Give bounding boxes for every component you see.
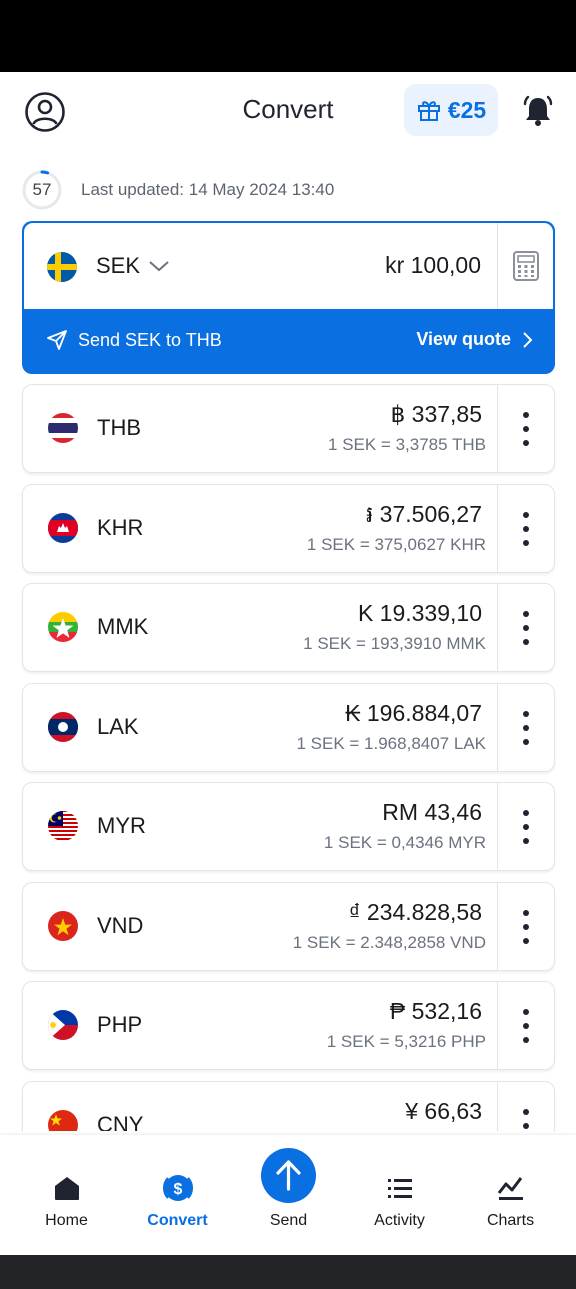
currency-row-myr[interactable]: MYR RM 43,46 1 SEK = 0,4346 MYR	[22, 782, 555, 871]
base-currency-card: SEK kr 100,00 Send SEK to THB View quote	[22, 221, 555, 374]
home-icon	[47, 1168, 87, 1208]
exchange-rate: 1 SEK = 3,3785 THB	[328, 435, 486, 454]
flag-ph-icon	[47, 1009, 79, 1046]
currency-code: MMK	[97, 614, 149, 639]
last-updated-row: 57 Last updated: 14 May 2024 13:40	[22, 170, 334, 210]
currency-code: THB	[97, 415, 141, 440]
divider	[497, 584, 498, 671]
converted-amount: ៛ 37.506,27	[365, 500, 482, 527]
last-updated-text: Last updated: 14 May 2024 13:40	[81, 180, 335, 199]
flag-kh-icon	[47, 512, 79, 549]
flag-la-icon	[47, 711, 79, 748]
more-options-icon[interactable]	[516, 907, 536, 947]
divider	[497, 683, 498, 771]
currency-code: MYR	[97, 813, 146, 838]
countdown-value: 57	[32, 180, 52, 199]
status-bar	[0, 0, 576, 72]
more-options-icon[interactable]	[516, 509, 536, 549]
more-options-icon[interactable]	[516, 409, 536, 449]
converted-amount: ₱ 532,16	[389, 998, 482, 1024]
more-options-icon[interactable]	[516, 1006, 536, 1046]
flag-mm-icon	[47, 611, 79, 648]
divider	[497, 783, 498, 870]
nav-activity-label: Activity	[374, 1212, 425, 1229]
bottom-navigation: Home $ Convert Send Activity Charts	[0, 1135, 576, 1255]
converted-amount: ฿ 337,85	[390, 401, 482, 427]
more-options-icon[interactable]	[516, 1106, 536, 1132]
currency-list[interactable]: THB ฿ 337,85 1 SEK = 3,3785 THB KHR ៛ 37.506…	[0, 383, 576, 1131]
nav-convert[interactable]: $ Convert	[122, 1135, 233, 1255]
divider	[497, 385, 498, 472]
list-icon	[380, 1168, 420, 1208]
converted-amount: ¥ 66,63	[405, 1097, 482, 1124]
converted-amount: K 19.339,10	[357, 600, 482, 626]
system-gesture-bar	[0, 1255, 576, 1289]
chart-icon	[491, 1168, 531, 1208]
more-options-icon[interactable]	[516, 608, 536, 648]
converted-amount: RM 43,46	[382, 799, 482, 825]
chevron-right-icon	[523, 331, 533, 348]
exchange-rate: 1 SEK = 5,3216 PHP	[326, 1032, 486, 1051]
divider	[497, 882, 498, 970]
currency-row-vnd[interactable]: VND ₫ 234.828,58 1 SEK = 2.348,2858 VND	[22, 881, 555, 971]
converted-amount: ₫ 234.828,58	[348, 898, 482, 925]
currency-row-lak[interactable]: LAK ₭ 196.884,07 1 SEK = 1.968,8407 LAK	[22, 682, 555, 772]
profile-icon[interactable]	[24, 91, 66, 133]
currency-code: PHP	[97, 1012, 143, 1037]
chevron-down-icon[interactable]	[148, 259, 170, 278]
divider	[497, 223, 498, 309]
exchange-rate: 1 SEK = 193,3910 MMK	[303, 634, 486, 653]
convert-icon: $	[158, 1168, 198, 1208]
currency-row-khr[interactable]: KHR ៛ 37.506,27 1 SEK = 375,0627 KHR	[22, 483, 555, 573]
currency-row-thb[interactable]: THB ฿ 337,85 1 SEK = 3,3785 THB	[22, 384, 555, 473]
top-bar: Convert €25	[0, 72, 576, 148]
exchange-rate: 1 SEK = 375,0627 KHR	[306, 534, 486, 554]
calculator-icon[interactable]	[510, 249, 542, 283]
nav-home[interactable]: Home	[11, 1135, 122, 1255]
flag-se-icon	[46, 251, 78, 288]
currency-code: KHR	[97, 514, 144, 540]
base-amount-input[interactable]: kr 100,00	[385, 252, 481, 279]
divider	[497, 982, 498, 1069]
more-options-icon[interactable]	[516, 708, 536, 748]
flag-my-icon	[47, 810, 79, 847]
flag-th-icon	[47, 412, 79, 449]
exchange-rate: 1 SEK = 1.968,8407 LAK	[296, 733, 486, 753]
reward-amount: €25	[447, 96, 487, 123]
nav-convert-label: Convert	[147, 1212, 208, 1229]
send-link-label: Send SEK to THB	[78, 329, 222, 350]
divider	[497, 484, 498, 572]
svg-text:$: $	[174, 1181, 183, 1198]
paper-plane-icon	[47, 330, 67, 350]
send-icon	[261, 1148, 316, 1203]
more-options-icon[interactable]	[516, 807, 536, 847]
view-quote-label: View quote	[416, 329, 511, 349]
converted-amount: ₭ 196.884,07	[345, 699, 482, 726]
refresh-countdown[interactable]: 57	[22, 170, 62, 210]
exchange-rate: 1 SEK = 2.348,2858 VND	[292, 932, 486, 952]
send-currency-link[interactable]: Send SEK to THB	[46, 329, 222, 351]
nav-send[interactable]: Send	[233, 1135, 344, 1255]
view-quote-button[interactable]: View quote	[416, 329, 533, 350]
flag-vn-icon	[47, 910, 79, 947]
exchange-rate: 1 SEK = 0,4346 MYR	[323, 833, 486, 852]
nav-charts-label: Charts	[486, 1212, 535, 1229]
currency-code: CNY	[97, 1111, 144, 1132]
nav-home-label: Home	[45, 1212, 88, 1229]
rewards-button[interactable]: €25	[404, 84, 498, 136]
base-currency-select[interactable]: SEK	[96, 253, 140, 279]
flag-cn-icon	[47, 1109, 79, 1131]
nav-charts[interactable]: Charts	[455, 1135, 566, 1255]
nav-activity[interactable]: Activity	[344, 1135, 455, 1255]
gift-icon	[417, 101, 440, 121]
currency-code: VND	[97, 912, 144, 938]
divider	[497, 1081, 498, 1131]
currency-row-php[interactable]: PHP ₱ 532,16 1 SEK = 5,3216 PHP	[22, 981, 555, 1070]
currency-row-cny[interactable]: CNY ¥ 66,63	[22, 1080, 555, 1132]
bell-icon[interactable]	[519, 92, 557, 130]
nav-send-label: Send	[269, 1212, 308, 1229]
currency-row-mmk[interactable]: MMK K 19.339,10 1 SEK = 193,3910 MMK	[22, 583, 555, 672]
currency-code: LAK	[97, 713, 139, 739]
